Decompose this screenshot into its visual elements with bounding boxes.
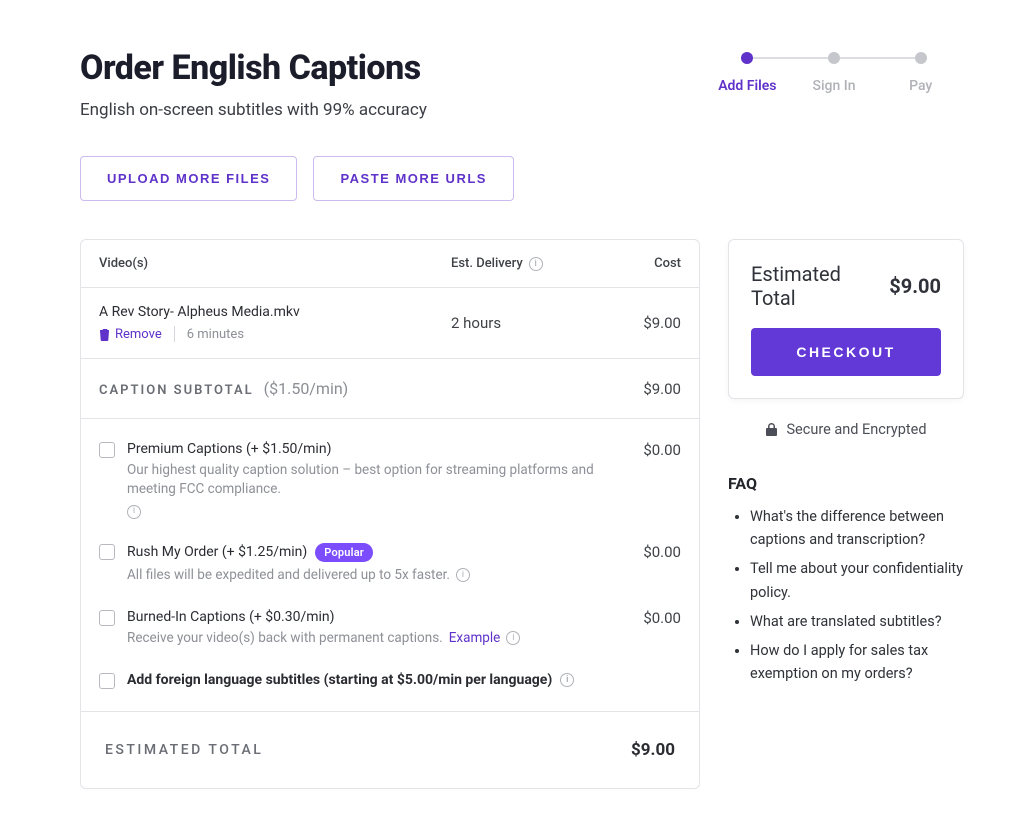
- step-label: Sign In: [813, 78, 856, 94]
- col-delivery: Est. Delivery: [451, 256, 523, 271]
- step-label: Add Files: [718, 78, 776, 94]
- faq-item[interactable]: What's the difference between captions a…: [750, 505, 964, 551]
- sidebar-est-label: Estimated Total: [751, 262, 889, 310]
- option-title: Burned-In Captions (+ $0.30/min): [127, 609, 335, 625]
- popular-badge: Popular: [315, 543, 373, 562]
- file-name: A Rev Story- Alpheus Media.mkv: [99, 304, 451, 320]
- upload-more-files-button[interactable]: Upload More Files: [80, 156, 297, 201]
- option-desc: All files will be expedited and delivere…: [127, 566, 450, 585]
- secure-text: Secure and Encrypted: [786, 421, 926, 438]
- faq-item[interactable]: Tell me about your confidentiality polic…: [750, 557, 964, 603]
- info-icon[interactable]: i: [560, 673, 574, 687]
- option-premium-captions: Premium Captions (+ $1.50/min) Our highe…: [81, 429, 699, 531]
- option-foreign-subtitles: Add foreign language subtitles (starting…: [81, 660, 699, 701]
- file-cost: $9.00: [611, 314, 681, 332]
- checkout-card: Estimated Total $9.00 CHECKOUT: [728, 239, 964, 399]
- option-title: Premium Captions (+ $1.50/min): [127, 441, 331, 457]
- checkbox-burned[interactable]: [99, 610, 115, 626]
- table-row: A Rev Story- Alpheus Media.mkv Remove 6 …: [81, 288, 699, 359]
- step-add-files: Add Files: [704, 52, 791, 94]
- faq-item[interactable]: What are translated subtitles?: [750, 610, 964, 633]
- option-rush-order: Rush My Order (+ $1.25/min) Popular All …: [81, 531, 699, 597]
- paste-more-urls-button[interactable]: Paste More URLs: [313, 156, 514, 201]
- trash-icon: [99, 328, 110, 341]
- info-icon[interactable]: i: [506, 631, 520, 645]
- checkbox-foreign[interactable]: [99, 673, 115, 689]
- option-title: Rush My Order (+ $1.25/min): [127, 544, 307, 560]
- step-pay: Pay: [877, 52, 964, 94]
- lock-icon: [765, 422, 778, 437]
- faq-list: What's the difference between captions a…: [728, 505, 964, 685]
- remove-file-button[interactable]: Remove: [99, 327, 162, 342]
- step-dot: [828, 52, 840, 64]
- option-price: $0.00: [611, 441, 681, 459]
- col-cost: Cost: [611, 256, 681, 271]
- col-videos: Video(s): [99, 256, 451, 271]
- file-duration: 6 minutes: [187, 327, 244, 342]
- sidebar-est-value: $9.00: [889, 274, 941, 298]
- checkbox-rush[interactable]: [99, 544, 115, 560]
- page-title: Order English Captions: [80, 48, 427, 88]
- subtotal-label: CAPTION SUBTOTAL: [99, 383, 254, 398]
- option-desc: Receive your video(s) back with permanen…: [127, 629, 443, 648]
- step-sign-in: Sign In: [791, 52, 878, 94]
- info-icon[interactable]: i: [529, 257, 543, 271]
- info-icon[interactable]: i: [127, 505, 141, 519]
- progress-stepper: Add Files Sign In Pay: [704, 52, 964, 94]
- faq-heading: FAQ: [728, 474, 964, 493]
- estimated-total-value: $9.00: [631, 740, 675, 760]
- faq-item[interactable]: How do I apply for sales tax exemption o…: [750, 639, 964, 685]
- subtotal-value: $9.00: [643, 380, 681, 398]
- order-card: Video(s) Est. Delivery i Cost A Rev Stor…: [80, 239, 700, 789]
- option-title: Add foreign language subtitles (starting…: [127, 672, 552, 688]
- checkbox-premium[interactable]: [99, 442, 115, 458]
- secure-notice: Secure and Encrypted: [728, 421, 964, 438]
- option-desc: Our highest quality caption solution – b…: [127, 461, 599, 499]
- checkout-button[interactable]: CHECKOUT: [751, 328, 941, 376]
- option-price: $0.00: [611, 543, 681, 561]
- option-price: $0.00: [611, 609, 681, 627]
- remove-label: Remove: [115, 327, 162, 342]
- step-label: Pay: [909, 78, 932, 94]
- page-subtitle: English on-screen subtitles with 99% acc…: [80, 100, 427, 120]
- estimated-total-label: ESTIMATED TOTAL: [105, 742, 263, 758]
- step-dot: [741, 52, 753, 64]
- info-icon[interactable]: i: [456, 568, 470, 582]
- step-dot: [915, 52, 927, 64]
- subtotal-rate: ($1.50/min): [264, 379, 349, 398]
- option-burned-in: Burned-In Captions (+ $0.30/min) Receive…: [81, 597, 699, 660]
- example-link[interactable]: Example: [449, 629, 501, 648]
- file-delivery: 2 hours: [451, 314, 611, 332]
